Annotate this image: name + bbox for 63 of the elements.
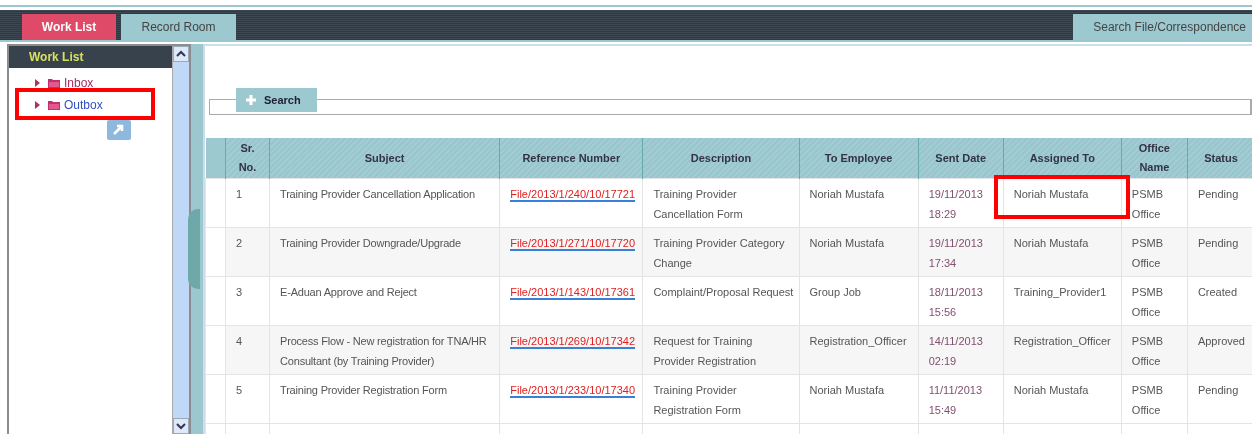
column-header — [205, 138, 226, 179]
table-cell: 2 — [225, 227, 270, 277]
table-cell: E-Aduan Approve and Reject — [269, 276, 500, 326]
column-header: To Employee — [799, 138, 919, 179]
table-cell: 4 — [225, 325, 270, 375]
table-cell: 14/11/2013 02:19 — [918, 325, 1004, 375]
table-cell: Noriah Mustafa — [799, 227, 919, 277]
table-cell: Registration_Officer — [799, 325, 919, 375]
tree-item[interactable]: Outbox — [64, 98, 103, 112]
splitter-handle[interactable] — [188, 209, 200, 289]
table-cell: Training Provider Registration Form — [642, 374, 800, 424]
column-header: Office Name — [1121, 138, 1188, 179]
table-cell: PSMB Office — [1121, 325, 1188, 375]
table-cell: 19/11/2013 17:34 — [918, 227, 1004, 277]
scroll-down-icon[interactable] — [173, 418, 189, 434]
scrollbar[interactable] — [172, 46, 189, 434]
table-cell: Noriah Mustafa — [799, 374, 919, 424]
search-button[interactable]: Search — [236, 88, 317, 112]
table-cell: PSMB Office — [1121, 178, 1188, 228]
column-header: Subject — [269, 138, 500, 179]
table-cell: Noriah Mustafa — [1013, 384, 1089, 396]
search-file-tab[interactable]: Search File/Correspondence — [1073, 14, 1252, 40]
folder-icon — [48, 100, 60, 110]
table-cell: Pending — [1187, 227, 1252, 277]
expand-arrow-icon[interactable] — [35, 101, 40, 109]
table-cell: Process Flow - New registration for TNA/HR Consultant (by Training Provider) — [269, 325, 500, 375]
expand-arrow-icon[interactable] — [35, 79, 40, 87]
tab[interactable]: Work List — [22, 14, 116, 40]
column-header: Description — [642, 138, 800, 179]
table-cell: Approved — [1187, 325, 1252, 375]
tree-item[interactable]: Inbox — [64, 76, 94, 90]
table-cell: Noriah Mustafa — [799, 178, 919, 228]
table-cell: Training Provider Registration Form — [269, 374, 500, 424]
table-cell: 11/11/2013 15:49 — [918, 374, 1004, 424]
table-cell: Training Provider Cancellation Application — [269, 178, 500, 228]
sidebar-title: Work List — [9, 46, 172, 68]
table-cell: Noriah Mustafa — [1013, 188, 1089, 200]
table-cell: 19/11/2013 18:29 — [918, 178, 1004, 228]
scroll-up-icon[interactable] — [173, 46, 189, 62]
table-cell: Complaint/Proposal Request — [642, 276, 800, 326]
table-cell: Training Provider Downgrade/Upgrade — [269, 227, 500, 277]
table-cell: Training Provider Category Change — [642, 227, 800, 277]
column-header: Status — [1187, 138, 1252, 179]
column-header: Sr. No. — [225, 138, 270, 179]
table-cell: Training Provider Cancellation Form — [642, 178, 800, 228]
table-cell: Registration_Officer — [1013, 335, 1111, 347]
table-cell: 18/11/2013 15:56 — [918, 276, 1004, 326]
table-cell: Request for Training Provider Registration — [642, 325, 800, 375]
table-cell: 3 — [225, 276, 270, 326]
column-header: Reference Number — [499, 138, 643, 179]
table-cell: PSMB Office — [1121, 374, 1188, 424]
plus-icon — [246, 95, 256, 105]
table-cell: Noriah Mustafa — [1013, 237, 1089, 249]
table-cell: Group Job — [799, 276, 919, 326]
table-cell: 1 — [225, 178, 270, 228]
table-cell: PSMB Office — [1121, 276, 1188, 326]
table-cell: Pending — [1187, 178, 1252, 228]
table-cell: Training_Provider1 — [1013, 286, 1107, 298]
column-header: Sent Date — [918, 138, 1004, 179]
folder-icon — [48, 78, 60, 88]
tab[interactable]: Record Room — [121, 14, 236, 40]
table-cell: 5 — [225, 374, 270, 424]
table-cell: PSMB Office — [1121, 227, 1188, 277]
